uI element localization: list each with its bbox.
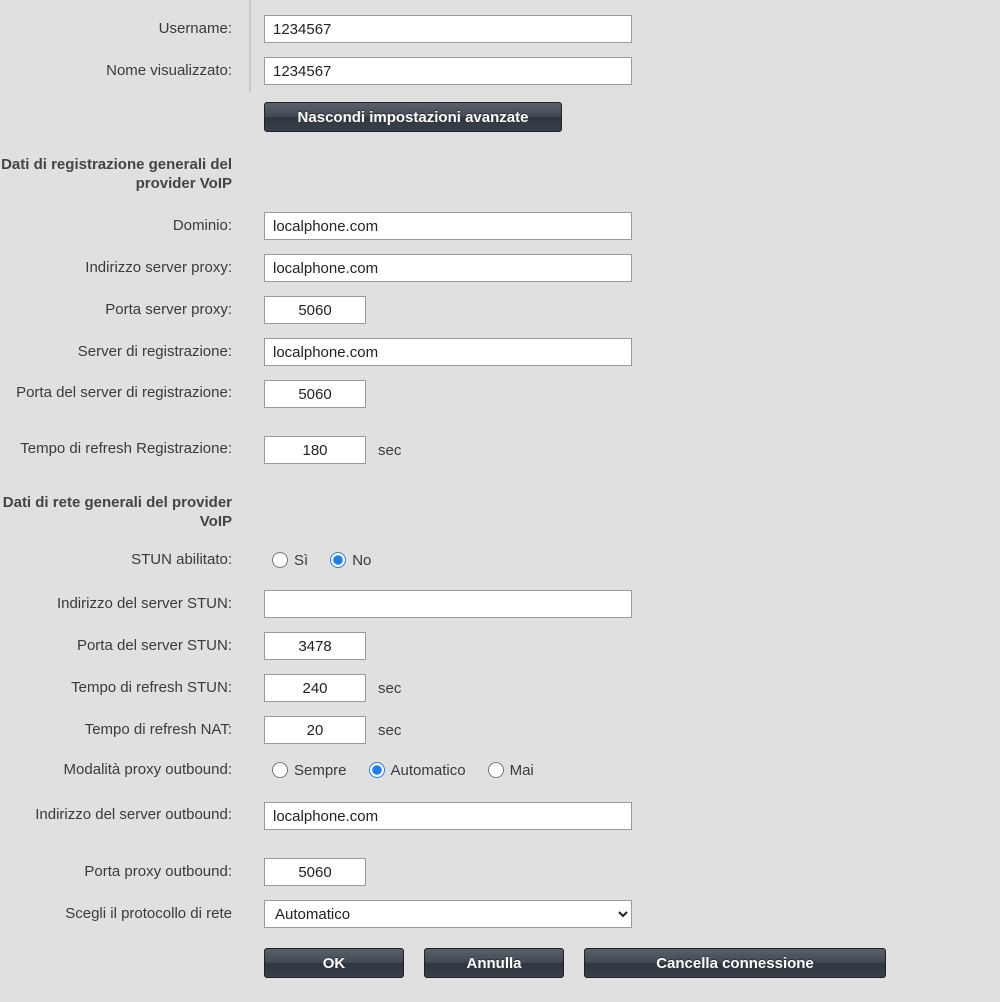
displayname-input[interactable]: [264, 57, 632, 85]
outbound-mode-auto-label: Automatico: [391, 762, 466, 779]
outbound-mode-label: Modalità proxy outbound:: [0, 761, 232, 780]
outbound-addr-label: Indirizzo del server outbound:: [0, 802, 232, 825]
outbound-mode-always-option[interactable]: Sempre: [272, 762, 347, 779]
reg-server-input[interactable]: [264, 338, 632, 366]
stun-enabled-label: STUN abilitato:: [0, 551, 232, 570]
stun-no-radio[interactable]: [330, 552, 346, 568]
toggle-advanced-button[interactable]: Nascondi impostazioni avanzate: [264, 102, 562, 132]
stun-yes-radio[interactable]: [272, 552, 288, 568]
delete-connection-button[interactable]: Cancella connessione: [584, 948, 886, 978]
reg-server-label: Server di registrazione:: [0, 343, 232, 362]
proxy-port-label: Porta server proxy:: [0, 301, 232, 320]
outbound-port-input[interactable]: [264, 858, 366, 886]
outbound-mode-always-radio[interactable]: [272, 762, 288, 778]
username-input[interactable]: [264, 15, 632, 43]
reg-port-input[interactable]: [264, 380, 366, 408]
outbound-addr-input[interactable]: [264, 802, 632, 830]
proxy-addr-input[interactable]: [264, 254, 632, 282]
stun-addr-label: Indirizzo del server STUN:: [0, 595, 232, 614]
stun-refresh-input[interactable]: [264, 674, 366, 702]
reg-refresh-label: Tempo di refresh Registrazione:: [0, 436, 232, 459]
stun-refresh-label: Tempo di refresh STUN:: [0, 679, 232, 698]
stun-yes-label: Sì: [294, 552, 308, 569]
protocol-label: Scegli il protocollo di rete: [0, 905, 232, 924]
proxy-addr-label: Indirizzo server proxy:: [0, 259, 232, 278]
outbound-mode-never-radio[interactable]: [488, 762, 504, 778]
outbound-mode-never-label: Mai: [510, 762, 534, 779]
stun-port-label: Porta del server STUN:: [0, 637, 232, 656]
stun-no-option[interactable]: No: [330, 552, 371, 569]
sec-suffix: sec: [378, 680, 401, 697]
stun-port-input[interactable]: [264, 632, 366, 660]
proxy-port-input[interactable]: [264, 296, 366, 324]
reg-section-title: Dati di registrazione generali del provi…: [0, 156, 232, 194]
net-section-title: Dati di rete generali del provider VoIP: [0, 494, 232, 532]
stun-addr-input[interactable]: [264, 590, 632, 618]
reg-port-label: Porta del server di registrazione:: [0, 380, 232, 403]
outbound-mode-never-option[interactable]: Mai: [488, 762, 534, 779]
cancel-button[interactable]: Annulla: [424, 948, 564, 978]
ok-button[interactable]: OK: [264, 948, 404, 978]
outbound-mode-auto-radio[interactable]: [369, 762, 385, 778]
sec-suffix: sec: [378, 442, 401, 459]
reg-refresh-input[interactable]: [264, 436, 366, 464]
username-label: Username:: [0, 20, 232, 39]
domain-input[interactable]: [264, 212, 632, 240]
stun-yes-option[interactable]: Sì: [272, 552, 308, 569]
sec-suffix: sec: [378, 722, 401, 739]
nat-refresh-input[interactable]: [264, 716, 366, 744]
outbound-mode-always-label: Sempre: [294, 762, 347, 779]
displayname-label: Nome visualizzato:: [0, 62, 232, 81]
outbound-port-label: Porta proxy outbound:: [0, 863, 232, 882]
protocol-select[interactable]: Automatico: [264, 900, 632, 928]
stun-no-label: No: [352, 552, 371, 569]
nat-refresh-label: Tempo di refresh NAT:: [0, 721, 232, 740]
outbound-mode-auto-option[interactable]: Automatico: [369, 762, 466, 779]
domain-label: Dominio:: [0, 217, 232, 236]
